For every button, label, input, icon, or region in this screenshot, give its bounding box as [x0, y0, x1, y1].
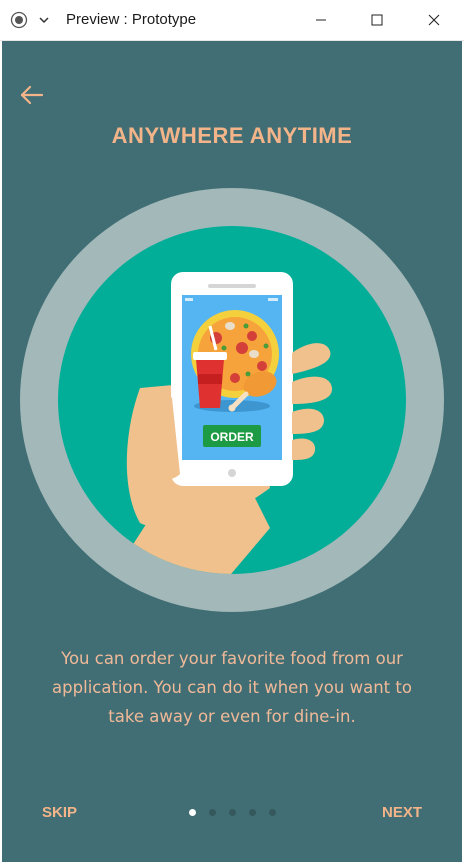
phone-order-illustration: ORDER — [20, 188, 444, 612]
maximize-button[interactable] — [354, 0, 400, 40]
page-dot-1[interactable] — [189, 809, 196, 816]
minimize-button[interactable] — [298, 0, 344, 40]
page-dot-4[interactable] — [249, 809, 256, 816]
page-dot-3[interactable] — [229, 809, 236, 816]
description-text: You can order your favorite food from ou… — [52, 649, 412, 726]
close-icon — [428, 14, 440, 26]
window-title: Preview : Prototype — [66, 11, 197, 28]
onboarding-screen: ANYWHERE ANYTIME ORDER You can order you… — [2, 41, 462, 862]
minimize-icon — [316, 19, 326, 21]
close-button[interactable] — [411, 0, 457, 40]
next-button[interactable]: NEXT — [382, 804, 422, 821]
skip-button[interactable]: SKIP — [42, 804, 77, 821]
page-title: ANYWHERE ANYTIME — [111, 123, 353, 148]
record-icon[interactable] — [10, 11, 28, 29]
arrow-left-icon[interactable] — [18, 83, 46, 107]
page-indicator — [189, 809, 276, 817]
page-dot-5[interactable] — [269, 809, 276, 816]
order-button-label: ORDER — [210, 430, 254, 444]
window-titlebar: Preview : Prototype — [0, 0, 464, 41]
chevron-down-icon[interactable] — [38, 15, 50, 25]
page-dot-2[interactable] — [209, 809, 216, 816]
maximize-icon — [371, 14, 383, 26]
